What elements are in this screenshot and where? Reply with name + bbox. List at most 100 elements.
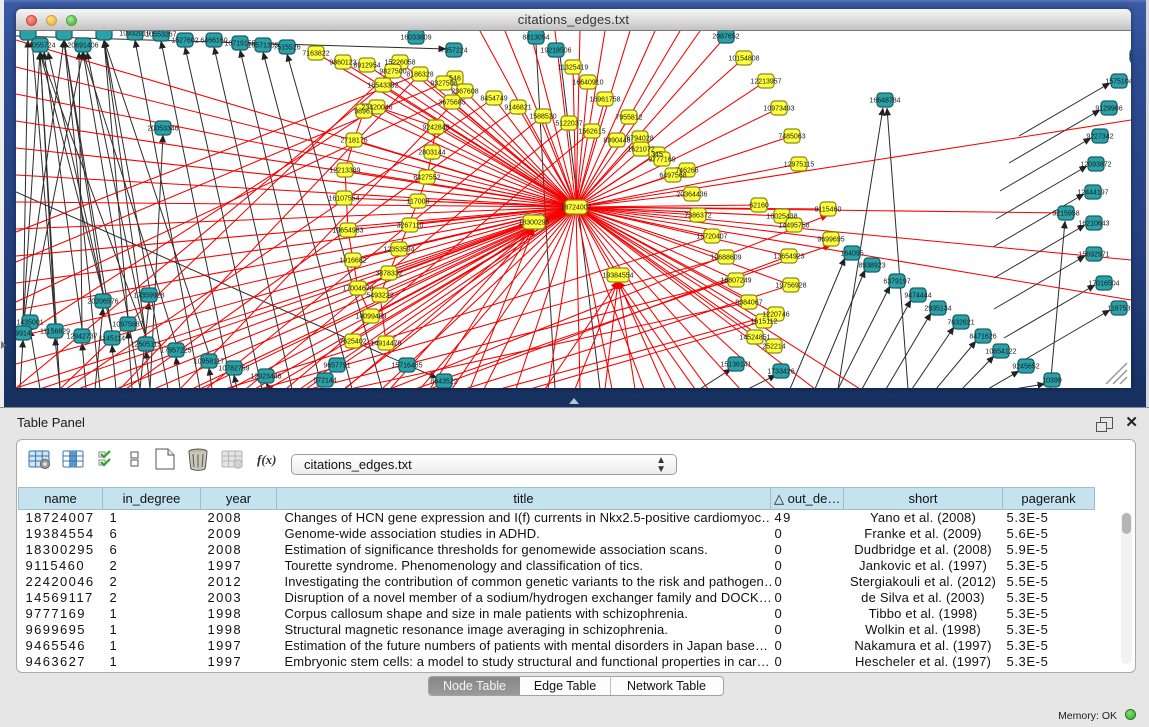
svg-text:10654122: 10654122: [985, 349, 1016, 356]
svg-text:12093872: 12093872: [1080, 162, 1111, 169]
svg-text:972144: 972144: [313, 378, 336, 385]
svg-text:1575104: 1575104: [1105, 79, 1131, 86]
svg-text:9827500: 9827500: [379, 69, 406, 76]
svg-text:8938923: 8938923: [858, 263, 885, 270]
svg-text:10958117: 10958117: [194, 359, 225, 366]
svg-text:9914: 9914: [16, 331, 31, 338]
svg-text:1562615: 1562615: [578, 129, 605, 136]
svg-text:9327508: 9327508: [430, 81, 457, 88]
svg-text:6379197: 6379197: [883, 279, 910, 286]
svg-text:252214: 252214: [762, 344, 785, 351]
svg-text:f(x): f(x): [257, 452, 277, 467]
svg-text:14099489: 14099489: [355, 314, 386, 321]
svg-text:2718176: 2718176: [340, 138, 367, 145]
svg-text:15692971: 15692971: [1078, 252, 1109, 259]
svg-text:7163822: 7163822: [302, 51, 329, 58]
svg-text:1615112: 1615112: [751, 319, 778, 326]
svg-text:7515526: 7515526: [273, 45, 300, 52]
svg-text:7625402: 7625402: [339, 339, 366, 346]
svg-text:1220746: 1220746: [762, 312, 789, 319]
svg-text:19384554: 19384554: [602, 273, 633, 280]
svg-text:16107554: 16107554: [328, 196, 359, 203]
svg-text:62160: 62160: [749, 203, 769, 210]
svg-text:24055724: 24055724: [24, 43, 55, 50]
svg-text:8912954: 8912954: [353, 63, 380, 70]
svg-text:12975115: 12975115: [784, 162, 815, 169]
svg-text:11325419: 11325419: [558, 65, 589, 72]
svg-text:1145114: 1145114: [99, 336, 125, 343]
svg-text:10688609: 10688609: [710, 255, 741, 262]
svg-text:13654923: 13654923: [773, 254, 804, 261]
svg-text:12213389: 12213389: [329, 168, 360, 175]
svg-text:6794028: 6794028: [626, 136, 653, 143]
svg-text:8454749: 8454749: [480, 96, 507, 103]
svg-text:16210643: 16210643: [1078, 221, 1109, 228]
svg-text:8471626: 8471626: [969, 334, 996, 341]
svg-text:12923448: 12923448: [250, 374, 281, 381]
svg-text:9699695: 9699695: [817, 237, 844, 244]
svg-text:2935134: 2935134: [924, 306, 951, 313]
svg-text:7357224: 7357224: [440, 48, 467, 55]
svg-text:17957225: 17957225: [160, 348, 191, 355]
svg-text:14495758: 14495758: [778, 223, 809, 230]
svg-text:8813054: 8813054: [522, 35, 549, 42]
svg-text:7632621: 7632621: [947, 320, 974, 327]
svg-text:1588520: 1588520: [529, 114, 556, 121]
svg-text:12444197: 12444197: [1077, 190, 1108, 197]
svg-text:9777169: 9777169: [648, 157, 675, 164]
svg-text:2087652: 2087652: [712, 34, 739, 41]
svg-text:15720407: 15720407: [696, 234, 727, 241]
svg-text:8186328: 8186328: [406, 72, 433, 79]
svg-text:18807249: 18807249: [720, 278, 751, 285]
svg-text:20364436: 20364436: [676, 192, 707, 199]
svg-text:8643522: 8643522: [430, 379, 457, 386]
svg-text:17359928: 17359928: [133, 293, 164, 300]
svg-text:9129966: 9129966: [1095, 106, 1122, 113]
svg-text:15226058: 15226058: [384, 60, 415, 67]
svg-text:8427552: 8427552: [413, 175, 440, 182]
svg-text:12353594: 12353594: [383, 247, 414, 254]
svg-text:10154808: 10154808: [728, 56, 759, 63]
svg-text:5122037: 5122037: [555, 121, 582, 128]
svg-text:3267110: 3267110: [397, 223, 424, 230]
svg-text:3878332: 3878332: [375, 271, 402, 278]
svg-text:3675685: 3675685: [438, 100, 465, 107]
svg-text:20691406: 20691406: [67, 43, 98, 50]
svg-text:10399: 10399: [1042, 378, 1062, 385]
svg-text:12505115: 12505115: [131, 342, 162, 349]
svg-text:9245652: 9245652: [1012, 364, 1039, 371]
svg-text:10782759: 10782759: [218, 366, 249, 373]
svg-text:14524851: 14524851: [739, 335, 770, 342]
svg-text:12942737: 12942737: [66, 334, 97, 341]
svg-text:17004678: 17004678: [342, 286, 373, 293]
svg-text:9384067: 9384067: [735, 300, 762, 307]
svg-text:10973493: 10973493: [763, 106, 794, 113]
svg-text:19654983: 19654983: [332, 228, 363, 235]
svg-text:16961758: 16961758: [589, 97, 620, 104]
svg-text:19218506: 19218506: [540, 48, 571, 55]
svg-text:7386372: 7386372: [684, 213, 711, 220]
svg-text:9242848: 9242848: [422, 125, 449, 132]
svg-text:18300295: 18300295: [518, 220, 549, 227]
svg-text:5493222: 5493222: [366, 293, 393, 300]
svg-text:9115460: 9115460: [815, 207, 842, 214]
svg-text:9657791: 9657791: [323, 363, 350, 370]
svg-text:2367608: 2367608: [451, 89, 478, 96]
svg-text:16033809: 16033809: [400, 35, 431, 42]
svg-text:12213957: 12213957: [750, 79, 781, 86]
svg-text:7485063: 7485063: [778, 134, 805, 141]
svg-text:7955812: 7955812: [615, 115, 642, 122]
svg-text:3215958: 3215958: [1052, 211, 1079, 218]
svg-text:14914479: 14914479: [370, 341, 401, 348]
svg-text:9474444: 9474444: [904, 293, 931, 300]
svg-text:164095: 164095: [840, 251, 863, 258]
svg-text:16648784: 16648784: [869, 98, 900, 105]
svg-text:20206576: 20206576: [87, 299, 118, 306]
svg-text:10025438: 10025438: [766, 214, 797, 221]
svg-text:1733426: 1733426: [767, 369, 794, 376]
svg-text:16640910: 16640910: [572, 80, 603, 87]
svg-text:1916682: 1916682: [339, 258, 366, 265]
svg-text:16543392: 16543392: [367, 83, 398, 90]
svg-text:19756928: 19756928: [775, 283, 806, 290]
svg-text:20053346: 20053346: [147, 126, 178, 133]
